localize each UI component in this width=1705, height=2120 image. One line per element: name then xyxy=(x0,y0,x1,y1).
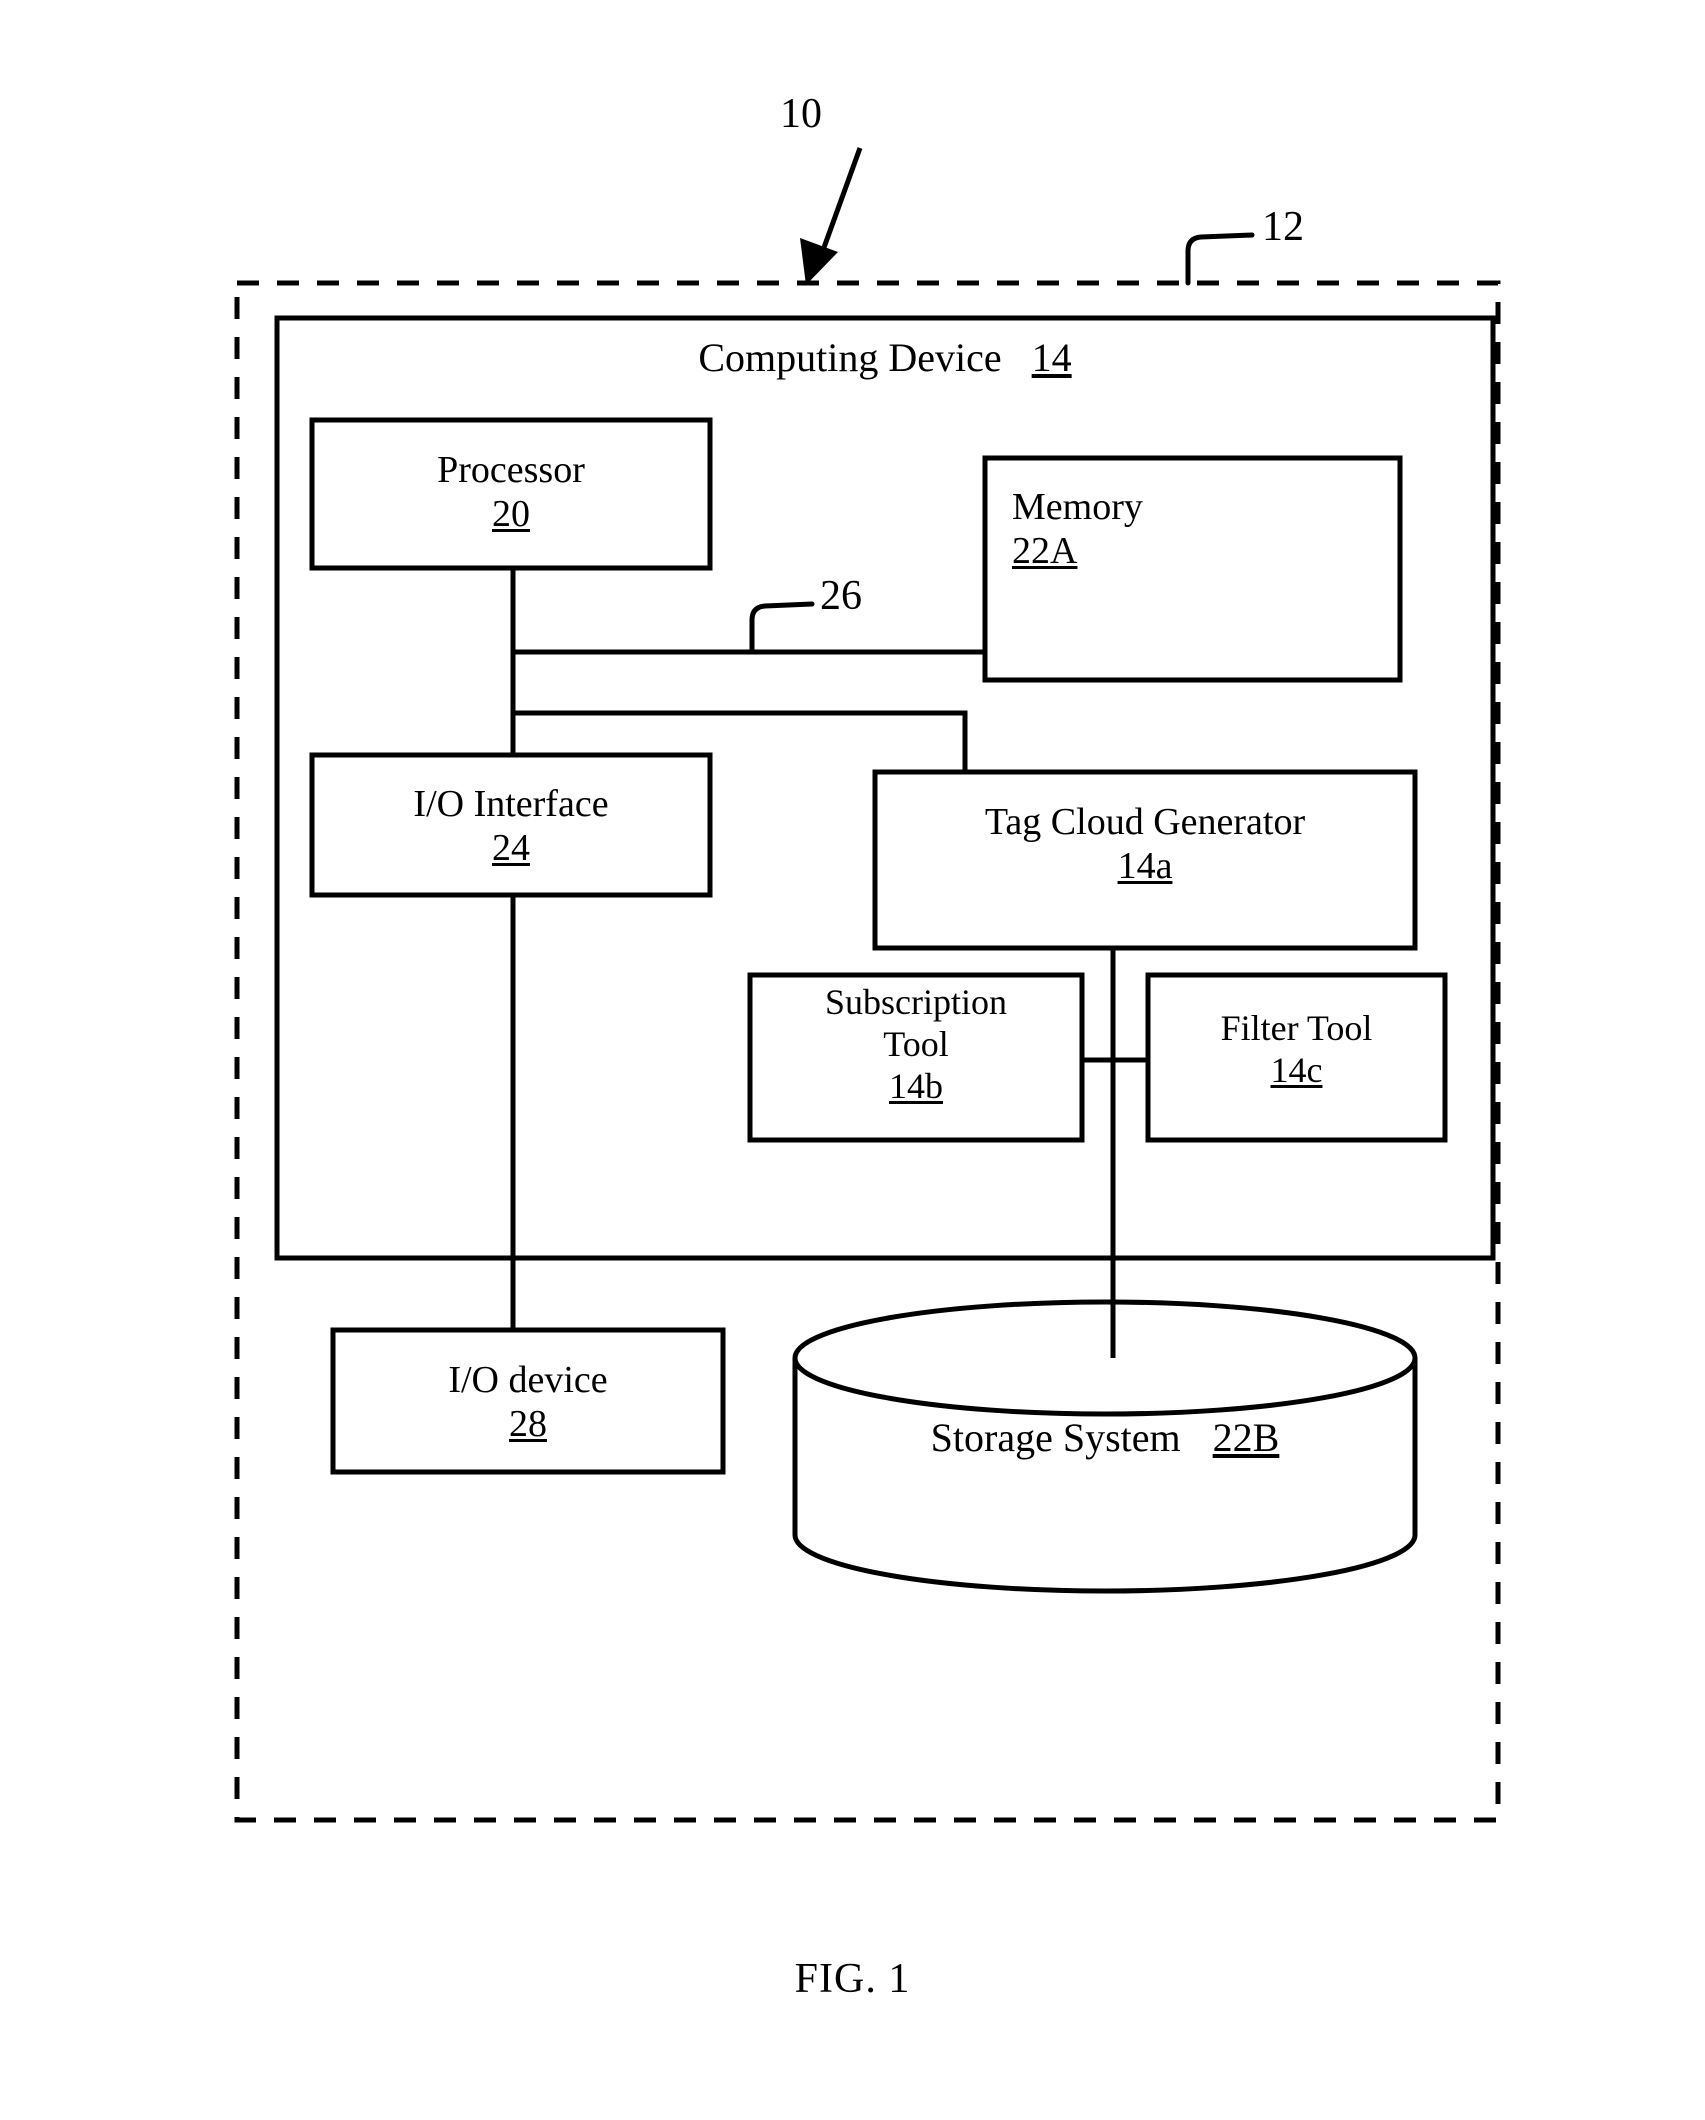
memory-box[interactable] xyxy=(982,455,1403,683)
storage-system-cylinder[interactable] xyxy=(792,1299,1418,1594)
leader-12 xyxy=(1185,232,1255,286)
tag-cloud-generator-box[interactable] xyxy=(872,769,1418,951)
figure-canvas xyxy=(234,147,1501,1823)
ref-numeral-10: 10 xyxy=(780,91,822,137)
io-device-box[interactable] xyxy=(330,1327,726,1475)
figure-page: 10 12 26 Computing Device 14 Processor 20… xyxy=(0,0,1705,2120)
figure-caption: FIG. 1 xyxy=(794,1956,911,2002)
ref-numeral-12: 12 xyxy=(1262,204,1304,250)
leader-26 xyxy=(749,601,815,655)
filter-tool-box[interactable] xyxy=(1145,972,1448,1143)
ref-numeral-26: 26 xyxy=(820,573,862,619)
io-interface-box[interactable] xyxy=(309,752,713,898)
subscription-tool-box[interactable] xyxy=(747,972,1085,1143)
processor-box[interactable] xyxy=(309,417,713,571)
leader-10 xyxy=(800,147,863,285)
